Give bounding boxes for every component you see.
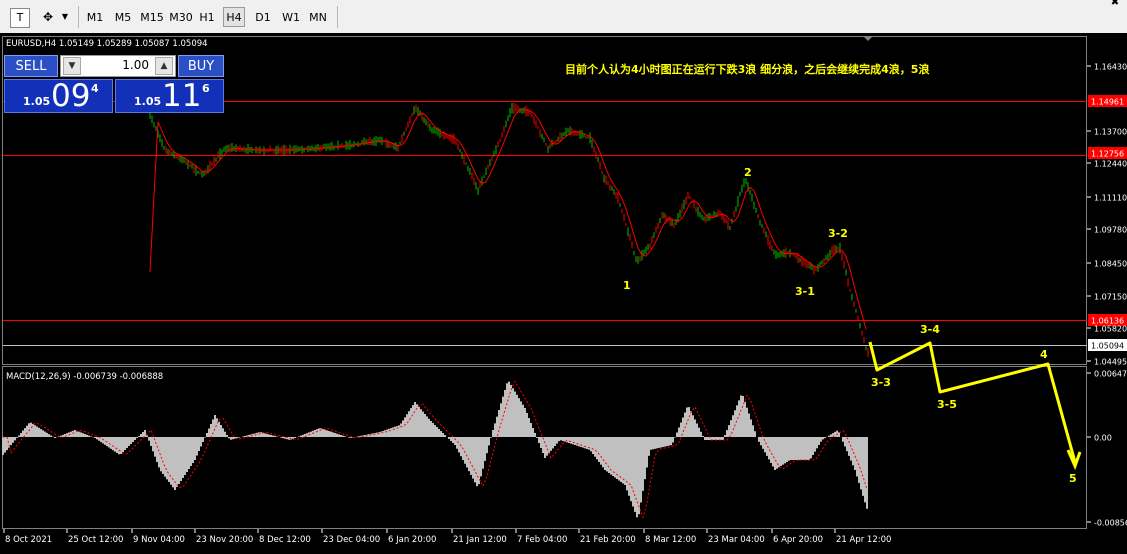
date-axis-label: 21 Feb 20:00	[580, 535, 636, 545]
date-axis-label: 23 Nov 20:00	[196, 535, 253, 545]
lot-size-input[interactable]: ▼ 1.00 ▲	[60, 55, 176, 77]
macd-header: MACD(12,26,9) -0.006739 -0.006888	[6, 372, 163, 382]
price-axis-label: 1.05094	[1091, 342, 1124, 351]
timeframe-m15-button[interactable]: M15	[139, 7, 165, 27]
bid-price-prefix: 1.05	[23, 95, 51, 108]
price-axis-label: 1.09780	[1094, 226, 1127, 235]
moving-average-line	[149, 108, 867, 330]
lot-increase-icon[interactable]: ▲	[155, 57, 173, 75]
macd-axis-label: 0.00	[1094, 434, 1112, 443]
wave-label-4: 4	[1040, 348, 1048, 361]
date-axis-label: 8 Mar 12:00	[645, 535, 696, 545]
price-axis-label: 1.07150	[1094, 293, 1127, 302]
date-axis-label: 6 Jan 20:00	[388, 535, 436, 545]
price-axis-label: 1.14961	[1091, 98, 1124, 107]
price-axis-label: 1.04495	[1094, 358, 1127, 367]
date-axis-label: 9 Nov 04:00	[133, 535, 185, 545]
bid-price-pips: 09	[51, 78, 91, 114]
date-axis-label: 23 Dec 04:00	[323, 535, 380, 545]
timeframe-m30-button[interactable]: M30	[168, 7, 194, 27]
chart-shift-marker-icon	[863, 36, 873, 41]
macd-axis-label: 0.006472	[1094, 370, 1127, 379]
ask-price-fraction: 6	[202, 82, 210, 95]
date-axis-label: 21 Jan 12:00	[453, 535, 507, 545]
date-axis-label: 23 Mar 04:00	[708, 535, 765, 545]
date-axis-label: 8 Dec 12:00	[259, 535, 311, 545]
wave-label-2: 2	[744, 166, 752, 179]
macd-axis-label: -0.008568	[1094, 519, 1127, 528]
ask-price-box[interactable]: 1.05 11 6	[115, 78, 224, 114]
wave-label-3-5: 3-5	[937, 398, 957, 411]
date-axis-label: 21 Apr 12:00	[836, 535, 891, 545]
ask-price-prefix: 1.05	[134, 95, 162, 108]
text-cursor-icon[interactable]: T	[10, 8, 30, 28]
price-axis-label: 1.12756	[1091, 150, 1124, 159]
wave-label-1: 1	[623, 279, 631, 292]
timeframe-h4-button[interactable]: H4	[223, 7, 245, 27]
bid-price-box[interactable]: 1.05 09 4	[4, 78, 113, 114]
chart-toolbar: T ✥ ▼ M1 M5 M15 M30 H1 H4 D1 W1 MN ✖	[0, 0, 1127, 34]
wave-label-3-4: 3-4	[920, 323, 940, 336]
bid-price-fraction: 4	[91, 82, 99, 95]
buy-button[interactable]: BUY	[178, 55, 224, 77]
date-axis-label: 8 Oct 2021	[5, 535, 52, 545]
toolbar-divider	[78, 6, 79, 28]
close-icon[interactable]: ✖	[1108, 0, 1122, 12]
sell-button[interactable]: SELL	[4, 55, 58, 77]
one-click-trading-panel: SELL ▼ 1.00 ▲ BUY 1.05 09 4 1.05 11 6	[4, 55, 224, 114]
macd-signal-line	[3, 380, 868, 519]
timeframe-m1-button[interactable]: M1	[85, 7, 105, 27]
wave-label-3-3: 3-3	[871, 376, 891, 389]
lot-size-value: 1.00	[122, 58, 149, 72]
drawing-tools-icon[interactable]: ✥	[38, 8, 58, 26]
price-axis-label: 1.05820	[1094, 325, 1127, 334]
price-axis-label: 1.12440	[1094, 160, 1127, 169]
chevron-down-icon[interactable]: ▼	[60, 8, 70, 26]
timeframe-w1-button[interactable]: W1	[280, 7, 302, 27]
price-axis-label: 1.13700	[1094, 128, 1127, 137]
price-axis-label: 1.08450	[1094, 260, 1127, 269]
ask-price-pips: 11	[162, 78, 202, 114]
date-axis-label: 7 Feb 04:00	[517, 535, 567, 545]
wave-label-5: 5	[1069, 472, 1077, 485]
wave-label-3-2: 3-2	[828, 227, 848, 240]
date-axis-label: 25 Oct 12:00	[68, 535, 123, 545]
wave-label-3-1: 3-1	[795, 285, 815, 298]
timeframe-d1-button[interactable]: D1	[252, 7, 274, 27]
chart-annotation-text: 目前个人认为4小时图正在运行下跌3浪 细分浪，之后会继续完成4浪，5浪	[565, 62, 929, 76]
date-axis-label: 6 Apr 20:00	[773, 535, 823, 545]
price-axis-label: 1.16430	[1094, 63, 1127, 72]
toolbar-divider	[337, 6, 338, 28]
lot-decrease-icon[interactable]: ▼	[63, 57, 81, 75]
timeframe-m5-button[interactable]: M5	[112, 7, 134, 27]
price-axis-label: 1.11110	[1094, 194, 1127, 203]
timeframe-mn-button[interactable]: MN	[307, 7, 329, 27]
chart-symbol-header: EURUSD,H4 1.05149 1.05289 1.05087 1.0509…	[6, 39, 208, 49]
timeframe-h1-button[interactable]: H1	[196, 7, 218, 27]
